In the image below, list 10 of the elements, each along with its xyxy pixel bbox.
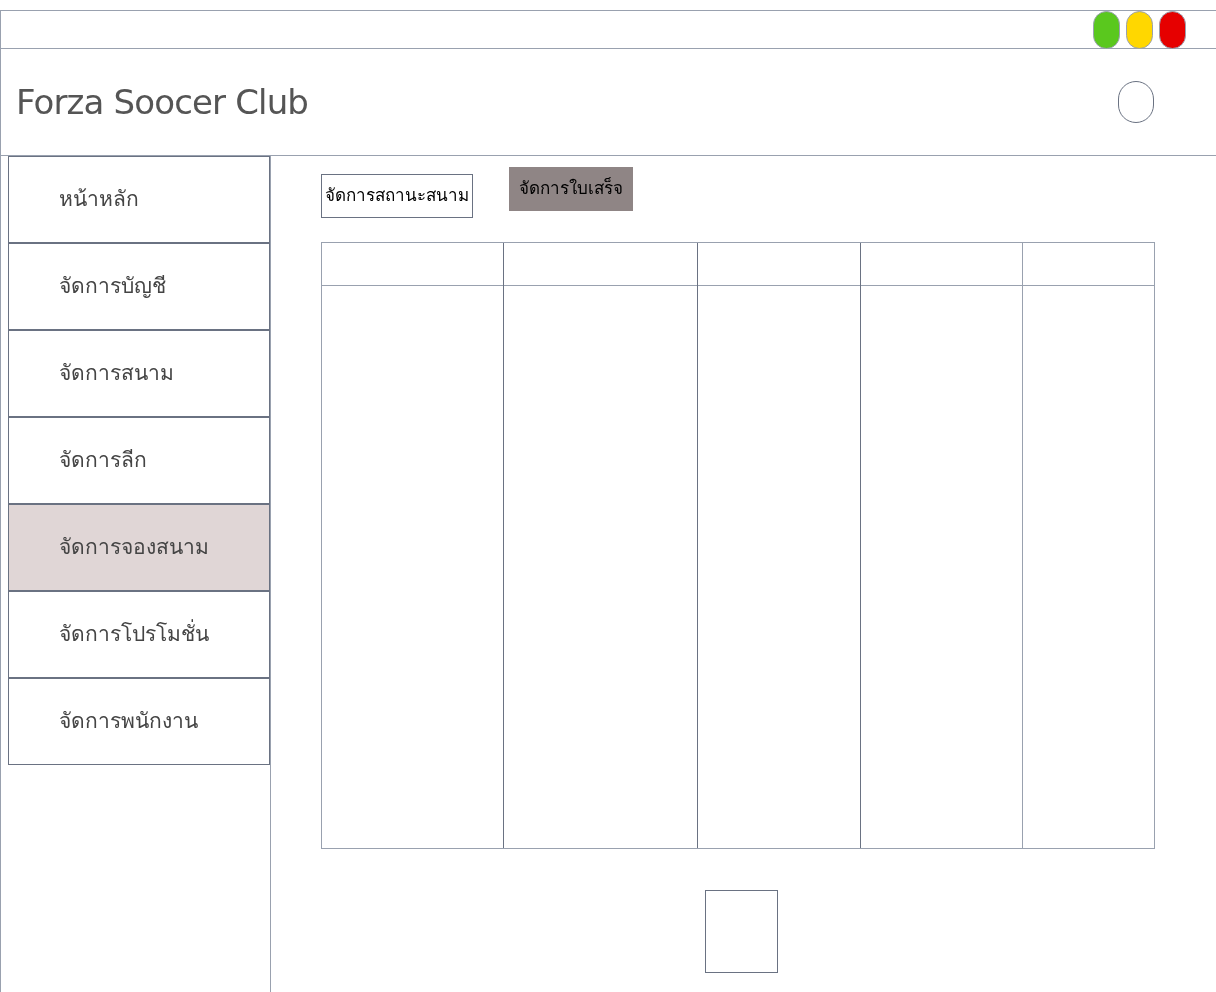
sidebar-item[interactable]: หน้าหลัก [8,156,270,243]
sidebar-item[interactable]: จัดการโปรโมชั่น [8,591,270,678]
sidebar-item[interactable]: จัดการสนาม [8,330,270,417]
sidebar-item[interactable]: จัดการพนักงาน [8,678,270,765]
tab[interactable]: จัดการสถานะสนาม [321,174,473,218]
tab[interactable]: จัดการใบเสร็จ [509,167,633,211]
sidebar-item[interactable]: จัดการจองสนาม [8,504,270,591]
app-title: Forza Soocer Club [16,80,309,124]
sidebar-item[interactable]: จัดการบัญชี [8,243,270,330]
sidebar-item[interactable]: จัดการลีก [8,417,270,504]
